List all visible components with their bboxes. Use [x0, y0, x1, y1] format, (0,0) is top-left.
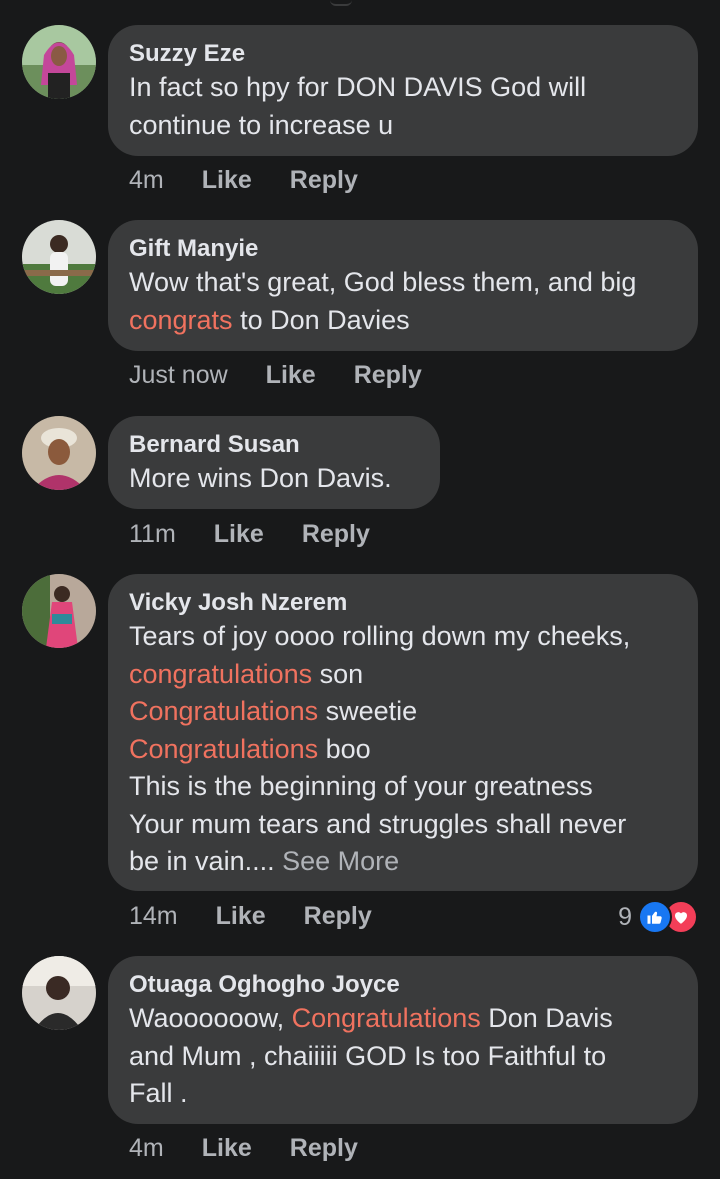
comment-bubble: Bernard Susan More wins Don Davis.	[108, 416, 440, 509]
comment-author[interactable]: Otuaga Oghogho Joyce	[129, 970, 676, 1000]
comment-line: Congratulations boo	[129, 731, 676, 769]
comment-timestamp[interactable]: 11m	[129, 520, 176, 549]
comment-timestamp[interactable]: Just now	[129, 361, 228, 390]
highlighted-keyword[interactable]: Congratulations	[292, 1003, 481, 1033]
avatar[interactable]	[22, 574, 96, 648]
comment-author[interactable]: Gift Manyie	[129, 234, 676, 264]
comment-bubble: Suzzy Eze In fact so hpy for DON DAVIS G…	[108, 25, 698, 156]
reply-button[interactable]: Reply	[304, 902, 372, 931]
comment-line-rest: sweetie	[318, 696, 418, 726]
comment-line: Wow that's great, God bless them, and bi…	[129, 267, 637, 297]
comment-line-rest: boo	[318, 733, 371, 764]
comment-line: continue to increase u	[129, 109, 394, 140]
reply-button[interactable]: Reply	[290, 166, 358, 195]
like-reaction-icon	[638, 900, 672, 934]
reaction-summary[interactable]: 9	[618, 900, 698, 934]
comment-bubble: Gift Manyie Wow that's great, God bless …	[108, 220, 698, 351]
comment-line-rest: son	[312, 658, 364, 689]
reaction-count: 9	[618, 902, 632, 931]
comment-bubble: Otuaga Oghogho Joyce Waoooooow, Congratu…	[108, 956, 698, 1124]
highlighted-keyword[interactable]: congratulations	[129, 659, 312, 689]
see-more-link[interactable]: See More	[282, 846, 399, 876]
reply-button[interactable]: Reply	[354, 361, 422, 390]
reply-button[interactable]: Reply	[290, 1134, 358, 1163]
avatar[interactable]	[22, 416, 96, 490]
comment-line-rest: to Don Davies	[232, 304, 410, 335]
comment-line: Your mum tears and struggles shall never	[129, 808, 627, 839]
comment-actions: 14m Like Reply	[129, 902, 372, 931]
like-button[interactable]: Like	[214, 520, 264, 549]
scroll-indicator	[330, 0, 352, 6]
comment-line: congratulations son	[129, 656, 676, 694]
comment-line: congrats to Don Davies	[129, 302, 676, 340]
comment-line-rest: Waoooooow,	[129, 1003, 292, 1033]
like-button[interactable]: Like	[202, 166, 252, 195]
comment-actions: 4m Like Reply	[129, 166, 358, 195]
highlighted-keyword[interactable]: congrats	[129, 305, 233, 335]
comment-line: Congratulations sweetie	[129, 693, 676, 731]
comment-line-rest: be in vain....	[129, 846, 275, 876]
comment-line: Fall .	[129, 1078, 188, 1108]
comment-line: This is the beginning of your greatness	[129, 771, 593, 801]
like-button[interactable]: Like	[216, 902, 266, 931]
comment-actions: 11m Like Reply	[129, 520, 370, 549]
comment-text: Tears of joy oooo rolling down my cheeks…	[129, 618, 676, 881]
avatar[interactable]	[22, 25, 96, 99]
comment-author[interactable]: Vicky Josh Nzerem	[129, 588, 676, 618]
highlighted-keyword[interactable]: Congratulations	[129, 696, 318, 726]
comment-timestamp[interactable]: 4m	[129, 1134, 164, 1163]
avatar[interactable]	[22, 956, 96, 1030]
comment-author[interactable]: Suzzy Eze	[129, 39, 676, 69]
like-button[interactable]: Like	[202, 1134, 252, 1163]
comment-line: and Mum , chaiiiii GOD Is too Faithful t…	[129, 1040, 607, 1071]
comment-actions: Just now Like Reply	[129, 361, 422, 390]
comment-line: In fact so hpy for DON DAVIS God will	[129, 72, 587, 102]
comment-text: Wow that's great, God bless them, and bi…	[129, 264, 676, 339]
avatar[interactable]	[22, 220, 96, 294]
comment-author[interactable]: Bernard Susan	[129, 430, 418, 460]
comment-text: Waoooooow, Congratulations Don Davis and…	[129, 1000, 676, 1113]
comment-line: Waoooooow, Congratulations Don Davis	[129, 1000, 676, 1038]
comment-line-rest: Don Davis	[480, 1003, 613, 1033]
comment-timestamp[interactable]: 14m	[129, 902, 178, 931]
comment-timestamp[interactable]: 4m	[129, 166, 164, 195]
comment-actions: 4m Like Reply	[129, 1134, 358, 1163]
highlighted-keyword[interactable]: Congratulations	[129, 734, 318, 764]
comment-line: be in vain.... See More	[129, 843, 676, 881]
reply-button[interactable]: Reply	[302, 520, 370, 549]
like-button[interactable]: Like	[266, 361, 316, 390]
comment-text: In fact so hpy for DON DAVIS God will co…	[129, 69, 676, 144]
comment-text: More wins Don Davis.	[129, 463, 392, 493]
comment-line: Tears of joy oooo rolling down my cheeks…	[129, 621, 631, 651]
comment-bubble: Vicky Josh Nzerem Tears of joy oooo roll…	[108, 574, 698, 891]
